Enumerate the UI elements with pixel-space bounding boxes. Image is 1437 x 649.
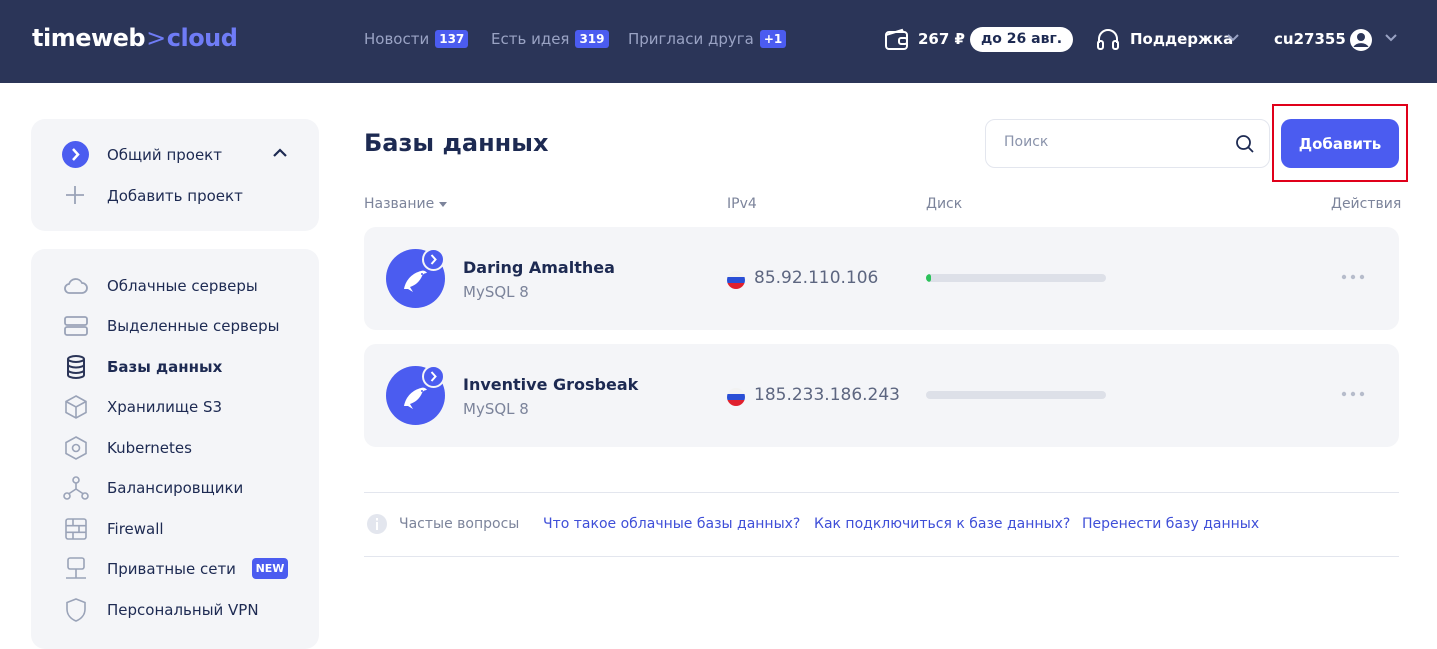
search-icon[interactable] [1235, 134, 1255, 154]
sidebar-item-cloud-servers[interactable]: Облачные серверы [107, 277, 258, 295]
column-header-ipv4: IPv4 [727, 196, 757, 212]
russia-flag-icon [727, 388, 745, 406]
column-header-name[interactable]: Название [364, 196, 448, 212]
table-row[interactable]: Inventive Grosbeak MySQL 8 185.233.186.2… [364, 344, 1399, 447]
nav-invite-badge: +1 [759, 30, 787, 48]
top-header: timeweb>cloud Новости 137 Есть идея 319 … [0, 0, 1437, 83]
logo-chevron: > [146, 24, 166, 52]
info-icon [367, 514, 387, 534]
search-input[interactable] [1004, 134, 1224, 150]
cube-icon [65, 395, 87, 419]
more-actions-icon[interactable] [1340, 267, 1366, 287]
page-title: Базы данных [364, 129, 549, 157]
faq-link-how-to-connect[interactable]: Как подключиться к базе данных? [814, 516, 1070, 532]
database-name[interactable]: Inventive Grosbeak [463, 375, 638, 394]
disk-usage-fill [926, 274, 932, 282]
database-ip[interactable]: 85.92.110.106 [754, 268, 878, 288]
divider [364, 556, 1399, 557]
nav-invite-label: Пригласи друга [628, 30, 754, 48]
sidebar-item-vpn[interactable]: Персональный VPN [107, 601, 259, 619]
balance-amount[interactable]: 267 ₽ [918, 30, 965, 48]
nav-idea[interactable]: Есть идея 319 [491, 30, 609, 48]
project-name[interactable]: Общий проект [107, 146, 222, 164]
shield-icon [66, 598, 86, 622]
faq-link-what-are-cloud-db[interactable]: Что такое облачные базы данных? [543, 516, 800, 532]
nav-news-label: Новости [364, 30, 430, 48]
cloud-icon [64, 278, 88, 294]
database-icon [67, 355, 85, 379]
expand-arrow-icon[interactable] [422, 248, 445, 271]
sidebar-item-private-networks[interactable]: Приватные сети [107, 560, 236, 578]
faq-link-migrate-db[interactable]: Перенести базу данных [1082, 516, 1259, 532]
column-header-actions: Действия [1331, 196, 1402, 212]
support-menu[interactable]: Поддержка [1130, 30, 1233, 48]
sidebar-item-dedicated-servers[interactable]: Выделенные серверы [107, 317, 279, 335]
expand-arrow-icon[interactable] [422, 365, 445, 388]
sort-down-icon [439, 201, 448, 207]
divider [364, 492, 1399, 493]
logo[interactable]: timeweb>cloud [32, 24, 238, 52]
nav-idea-label: Есть идея [491, 30, 570, 48]
chevron-down-icon[interactable] [1226, 33, 1240, 43]
sidebar-item-databases[interactable]: Базы данных [107, 358, 222, 376]
more-actions-icon[interactable] [1340, 384, 1366, 404]
project-expand-icon[interactable] [62, 141, 89, 168]
wallet-icon[interactable] [884, 27, 910, 53]
chevron-up-icon[interactable] [272, 147, 288, 159]
nav-idea-badge: 319 [575, 30, 609, 48]
user-avatar-icon[interactable] [1349, 28, 1373, 52]
add-button[interactable]: Добавить [1281, 119, 1399, 168]
search-box[interactable] [985, 119, 1270, 168]
disk-usage-bar [926, 391, 1106, 399]
balancer-icon [63, 476, 89, 500]
database-name[interactable]: Daring Amalthea [463, 258, 615, 277]
database-type: MySQL 8 [463, 400, 529, 418]
logo-main-text: timeweb [32, 24, 146, 52]
add-project-link[interactable]: Добавить проект [107, 187, 243, 205]
database-ip[interactable]: 185.233.186.243 [754, 385, 900, 405]
project-card [31, 119, 319, 231]
nav-invite[interactable]: Пригласи друга +1 [628, 30, 787, 48]
sidebar-item-s3[interactable]: Хранилище S3 [107, 398, 222, 416]
payment-due-badge[interactable]: до 26 авг. [970, 27, 1074, 52]
sidebar-item-kubernetes[interactable]: Kubernetes [107, 439, 192, 457]
plus-icon[interactable] [64, 184, 86, 206]
username[interactable]: cu27355 [1274, 30, 1346, 48]
database-type: MySQL 8 [463, 283, 529, 301]
new-badge: NEW [252, 558, 288, 579]
chevron-down-icon[interactable] [1384, 33, 1398, 43]
sidebar-item-balancers[interactable]: Балансировщики [107, 479, 243, 497]
column-header-disk: Диск [926, 196, 963, 212]
sidebar-item-firewall[interactable]: Firewall [107, 520, 164, 538]
server-icon [64, 316, 88, 336]
disk-usage-bar [926, 274, 1106, 282]
faq-label: Частые вопросы [399, 516, 520, 532]
headset-icon[interactable] [1096, 28, 1120, 52]
column-header-name-label: Название [364, 196, 435, 212]
logo-accent-text: cloud [166, 24, 238, 52]
kubernetes-icon [65, 436, 87, 460]
nav-news[interactable]: Новости 137 [364, 30, 469, 48]
network-icon [66, 557, 86, 579]
nav-news-badge: 137 [435, 30, 469, 48]
firewall-icon [65, 518, 87, 540]
russia-flag-icon [727, 271, 745, 289]
table-row[interactable]: Daring Amalthea MySQL 8 85.92.110.106 [364, 227, 1399, 330]
